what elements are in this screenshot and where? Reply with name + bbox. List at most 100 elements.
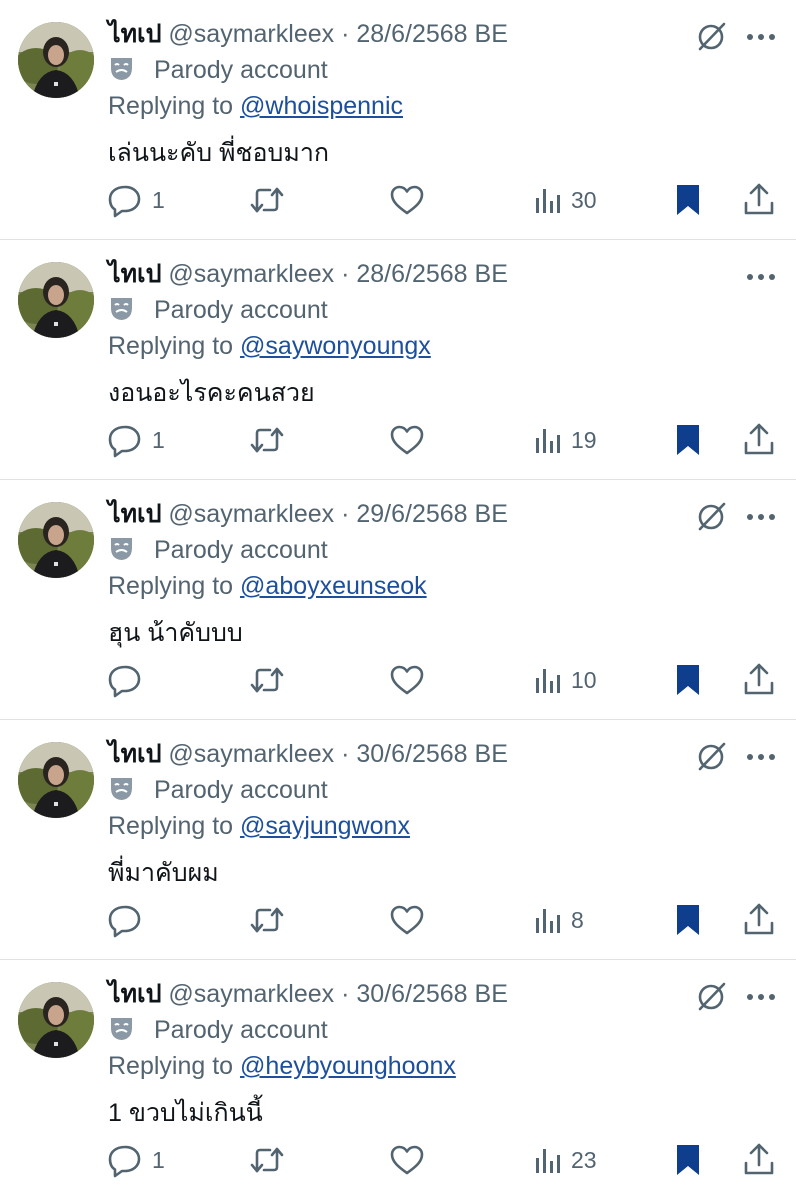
views-button[interactable]: 30 (533, 178, 597, 222)
parody-mask-icon (108, 55, 135, 89)
display-name[interactable]: ไทเป (108, 500, 161, 528)
views-button[interactable]: 23 (533, 1138, 597, 1182)
post[interactable]: ไทเป @saymarkleex · 28/6/2568 BE Parody … (0, 0, 796, 240)
share-icon (742, 181, 776, 219)
heart-icon (388, 661, 426, 699)
views-button[interactable]: 10 (533, 658, 597, 702)
share-button[interactable] (742, 658, 776, 702)
repost-button[interactable] (248, 418, 286, 462)
replying-to-link[interactable]: @sayjungwonx (240, 812, 410, 840)
repost-button[interactable] (248, 898, 286, 942)
post-header: ไทเป @saymarkleex · 30/6/2568 BE (108, 979, 508, 1009)
display-name[interactable]: ไทเป (108, 740, 161, 768)
parody-row: Parody account (108, 775, 328, 809)
bookmark-button[interactable] (674, 1138, 702, 1182)
repost-button[interactable] (248, 658, 286, 702)
avatar[interactable] (18, 262, 94, 338)
post[interactable]: ไทเป @saymarkleex · 30/6/2568 BE Parody … (0, 960, 796, 1200)
analytics-icon (533, 661, 563, 699)
post[interactable]: ไทเป @saymarkleex · 29/6/2568 BE Parody … (0, 480, 796, 720)
post-text: ฮุน น้าคับบบ (108, 619, 243, 647)
share-button[interactable] (742, 1138, 776, 1182)
more-options-icon[interactable] (744, 982, 778, 1012)
share-button[interactable] (742, 418, 776, 462)
post-date[interactable]: 30/6/2568 BE (356, 980, 508, 1008)
bookmark-icon (674, 181, 702, 219)
heart-icon (388, 901, 426, 939)
action-bar: 1 (0, 178, 796, 222)
parody-account-label: Parody account (153, 56, 328, 84)
bookmark-button[interactable] (674, 658, 702, 702)
share-icon (742, 661, 776, 699)
replying-to-link[interactable]: @heybyounghoonx (240, 1052, 456, 1080)
replying-to-label: Replying to (108, 1052, 234, 1080)
grok-icon[interactable] (694, 740, 728, 774)
grok-icon[interactable] (694, 500, 728, 534)
grok-icon[interactable] (694, 980, 728, 1014)
post-header: ไทเป @saymarkleex · 28/6/2568 BE (108, 19, 508, 49)
share-button[interactable] (742, 178, 776, 222)
display-name[interactable]: ไทเป (108, 20, 161, 48)
user-handle[interactable]: @saymarkleex (168, 740, 334, 768)
share-button[interactable] (742, 898, 776, 942)
share-icon (742, 421, 776, 459)
replying-to-link[interactable]: @saywonyoungx (240, 332, 431, 360)
more-options-icon[interactable] (744, 22, 778, 52)
replying-to-label: Replying to (108, 812, 234, 840)
views-count: 19 (571, 426, 597, 453)
user-handle[interactable]: @saymarkleex (168, 20, 334, 48)
reply-button[interactable] (106, 658, 152, 702)
more-options-icon[interactable] (744, 742, 778, 772)
reply-button[interactable]: 1 (106, 178, 165, 222)
bookmark-button[interactable] (674, 178, 702, 222)
avatar[interactable] (18, 742, 94, 818)
display-name[interactable]: ไทเป (108, 980, 161, 1008)
views-button[interactable]: 19 (533, 418, 597, 462)
action-bar: 1 (0, 1138, 796, 1182)
avatar[interactable] (18, 502, 94, 578)
reply-button[interactable]: 1 (106, 418, 165, 462)
user-handle[interactable]: @saymarkleex (168, 260, 334, 288)
parody-mask-icon (108, 1015, 135, 1049)
reply-button[interactable] (106, 898, 152, 942)
header-separator: · (341, 260, 350, 288)
post-date[interactable]: 28/6/2568 BE (356, 260, 508, 288)
like-button[interactable] (388, 1138, 426, 1182)
reply-button[interactable]: 1 (106, 1138, 165, 1182)
views-button[interactable]: 8 (533, 898, 584, 942)
bookmark-button[interactable] (674, 418, 702, 462)
replying-to-label: Replying to (108, 332, 234, 360)
like-button[interactable] (388, 178, 426, 222)
repost-button[interactable] (248, 1138, 286, 1182)
avatar[interactable] (18, 982, 94, 1058)
action-bar: 8 (0, 898, 796, 942)
post-date[interactable]: 30/6/2568 BE (356, 740, 508, 768)
avatar[interactable] (18, 22, 94, 98)
share-icon (742, 901, 776, 939)
post[interactable]: ไทเป @saymarkleex · 28/6/2568 BE Parody … (0, 240, 796, 480)
more-options-icon[interactable] (744, 502, 778, 532)
bookmark-button[interactable] (674, 898, 702, 942)
parody-row: Parody account (108, 535, 328, 569)
more-options-icon[interactable] (744, 262, 778, 292)
like-button[interactable] (388, 658, 426, 702)
post-date[interactable]: 29/6/2568 BE (356, 500, 508, 528)
repost-icon (248, 661, 286, 699)
replying-to-link[interactable]: @aboyxeunseok (240, 572, 427, 600)
bookmark-icon (674, 661, 702, 699)
replying-to-link[interactable]: @whoispennic (240, 92, 403, 120)
replying-to-row: Replying to @saywonyoungx (108, 331, 431, 361)
views-count: 23 (571, 1146, 597, 1173)
user-handle[interactable]: @saymarkleex (168, 500, 334, 528)
grok-icon[interactable] (694, 20, 728, 54)
post[interactable]: ไทเป @saymarkleex · 30/6/2568 BE Parody … (0, 720, 796, 960)
repost-button[interactable] (248, 178, 286, 222)
user-handle[interactable]: @saymarkleex (168, 980, 334, 1008)
analytics-icon (533, 1141, 563, 1179)
like-button[interactable] (388, 898, 426, 942)
parody-account-label: Parody account (153, 776, 328, 804)
display-name[interactable]: ไทเป (108, 260, 161, 288)
like-button[interactable] (388, 418, 426, 462)
post-date[interactable]: 28/6/2568 BE (356, 20, 508, 48)
views-count: 10 (571, 666, 597, 693)
